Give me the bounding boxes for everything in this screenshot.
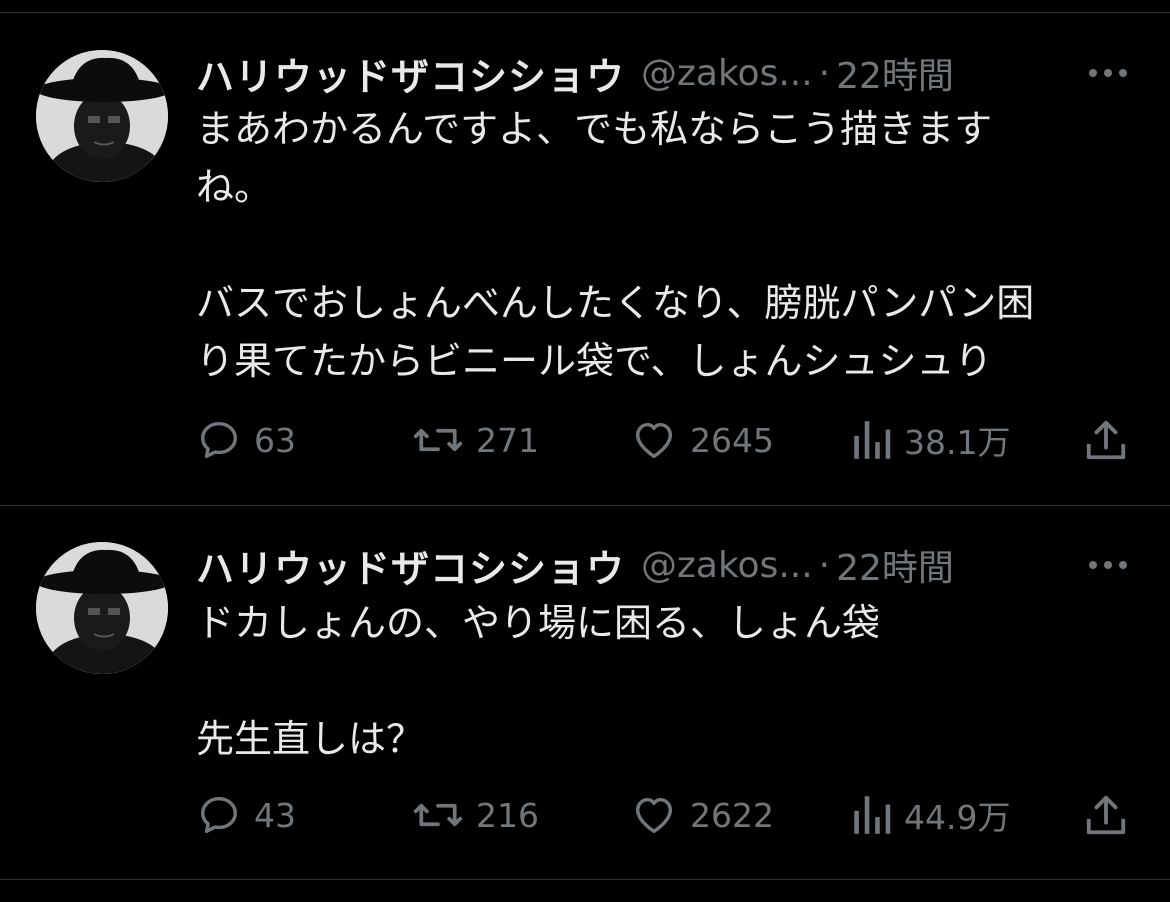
user-handle[interactable]: @zakos... bbox=[641, 53, 813, 94]
views-icon bbox=[854, 796, 891, 834]
heart-icon bbox=[635, 797, 673, 834]
share-button[interactable] bbox=[1084, 415, 1128, 465]
tweet[interactable]: ハリウッドザコシショウ @zakos... · 22時間 ドカしょんの、やり場に… bbox=[0, 540, 1170, 860]
text-line: バスでおしょんべんしたくなり、膀胱パンパン困 bbox=[196, 281, 1035, 325]
reply-count: 63 bbox=[254, 420, 296, 460]
share-icon bbox=[1086, 420, 1126, 460]
retweet-icon bbox=[413, 428, 463, 452]
tweet-header: ハリウッドザコシショウ @zakos... · 22時間 bbox=[196, 538, 954, 593]
like-count: 2645 bbox=[690, 420, 774, 460]
retweet-button[interactable]: 271 bbox=[412, 415, 539, 465]
avatar[interactable] bbox=[36, 50, 168, 182]
text-line: り果てたからビニール袋で、しょんシュシュり bbox=[196, 339, 993, 383]
tweet-text: まあわかるんですよ、でも私ならこう描きます ね。 バスでおしょんべんしたくなり、… bbox=[196, 100, 1146, 390]
heart-icon bbox=[635, 422, 673, 459]
tweet[interactable]: ハリウッドザコシショウ @zakos... · 22時間 まあわかるんですよ、で… bbox=[0, 48, 1170, 468]
retweet-icon bbox=[413, 803, 463, 827]
separator-dot: · bbox=[818, 52, 831, 94]
timestamp[interactable]: 22時間 bbox=[836, 47, 954, 99]
share-icon bbox=[1086, 795, 1126, 835]
text-line: 先生直しは？ bbox=[196, 717, 425, 761]
views-count: 44.9万 bbox=[904, 798, 1011, 837]
more-options-icon[interactable] bbox=[1086, 550, 1130, 580]
tweet-header: ハリウッドザコシショウ @zakos... · 22時間 bbox=[196, 46, 954, 101]
text-line: まあわかるんですよ、でも私ならこう描きます bbox=[196, 107, 993, 151]
avatar[interactable] bbox=[36, 542, 168, 674]
reply-icon bbox=[200, 421, 238, 459]
timestamp[interactable]: 22時間 bbox=[836, 539, 954, 591]
text-line: ドカしょんの、やり場に困る、しょん袋 bbox=[196, 601, 881, 645]
more-options-icon[interactable] bbox=[1086, 58, 1130, 88]
retweet-button[interactable]: 216 bbox=[412, 790, 539, 840]
avatar-image bbox=[36, 542, 168, 674]
views-icon bbox=[854, 421, 891, 459]
tweet-text: ドカしょんの、やり場に困る、しょん袋 先生直しは？ bbox=[196, 594, 1146, 768]
action-bar: 63 271 2645 38.1万 bbox=[0, 415, 1170, 465]
views-button[interactable]: 44.9万 bbox=[850, 790, 1010, 840]
reply-icon bbox=[200, 796, 238, 834]
retweet-count: 271 bbox=[476, 420, 539, 460]
like-count: 2622 bbox=[690, 795, 774, 835]
views-count: 38.1万 bbox=[904, 423, 1011, 462]
like-button[interactable]: 2622 bbox=[630, 790, 774, 840]
text-line: ね。 bbox=[196, 165, 273, 209]
top-divider bbox=[0, 12, 1170, 13]
reply-button[interactable]: 43 bbox=[196, 790, 296, 840]
tweet-divider bbox=[0, 505, 1170, 506]
bottom-divider bbox=[0, 879, 1170, 880]
reply-count: 43 bbox=[254, 795, 296, 835]
text-line-blank bbox=[196, 652, 1146, 710]
avatar-image bbox=[36, 50, 168, 182]
retweet-count: 216 bbox=[476, 795, 539, 835]
display-name[interactable]: ハリウッドザコシショウ bbox=[196, 538, 625, 593]
user-handle[interactable]: @zakos... bbox=[641, 545, 813, 586]
display-name[interactable]: ハリウッドザコシショウ bbox=[196, 46, 625, 101]
separator-dot: · bbox=[818, 544, 831, 586]
share-button[interactable] bbox=[1084, 790, 1128, 840]
text-line-blank bbox=[196, 216, 1146, 274]
action-bar: 43 216 2622 44.9万 bbox=[0, 790, 1170, 840]
like-button[interactable]: 2645 bbox=[630, 415, 774, 465]
views-button[interactable]: 38.1万 bbox=[850, 415, 1010, 465]
reply-button[interactable]: 63 bbox=[196, 415, 296, 465]
